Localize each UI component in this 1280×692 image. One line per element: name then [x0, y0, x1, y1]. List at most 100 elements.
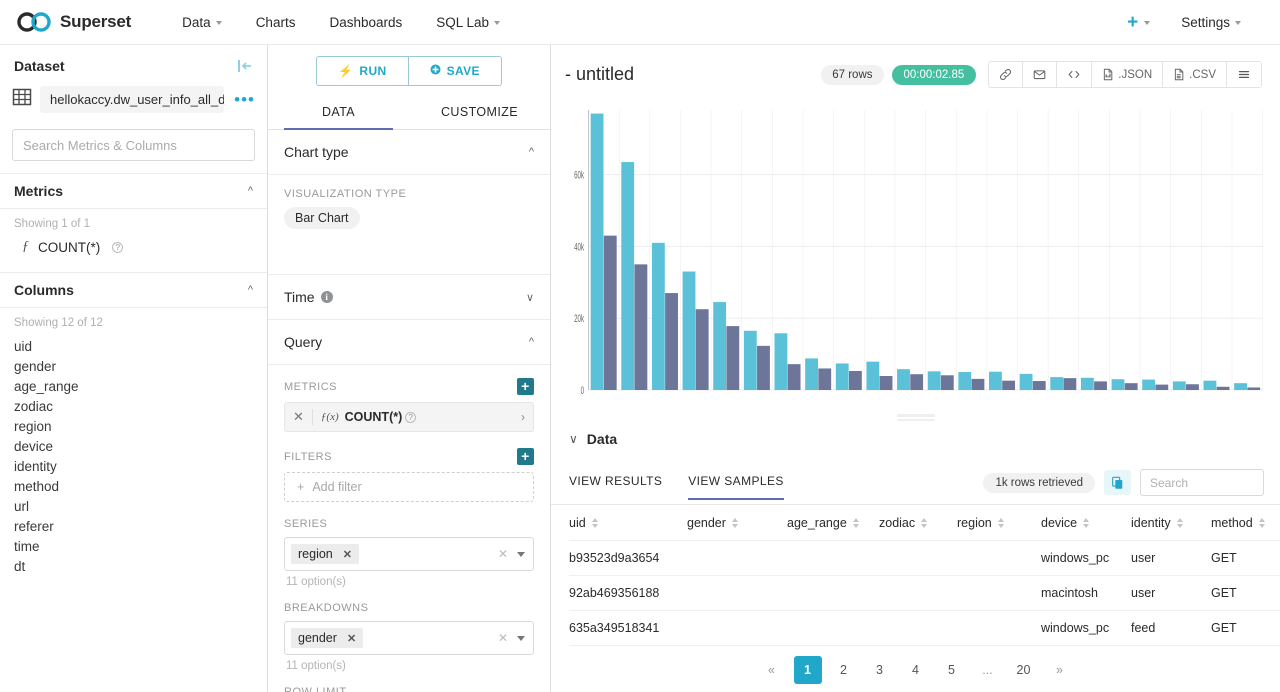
- nav-item-data[interactable]: Data: [165, 0, 239, 44]
- add-metric-button[interactable]: +: [517, 378, 534, 395]
- pagination-page-2[interactable]: 2: [830, 656, 858, 684]
- run-button[interactable]: ⚡ RUN: [316, 56, 408, 86]
- dataset-more-options-icon[interactable]: •••: [232, 91, 257, 108]
- sort-icon[interactable]: [921, 518, 928, 528]
- dataset-name[interactable]: hellokaccy.dw_user_info_all_d: [40, 86, 225, 113]
- remove-breakdown-icon[interactable]: ✕: [347, 632, 356, 645]
- sort-icon[interactable]: [1083, 518, 1090, 528]
- pagination-next[interactable]: »: [1046, 656, 1074, 684]
- column-header-gender[interactable]: gender: [687, 505, 787, 541]
- new-item-button[interactable]: +: [1119, 13, 1158, 32]
- column-item[interactable]: uid: [0, 336, 267, 356]
- json-file-icon[interactable]: .JSON: [1092, 62, 1164, 87]
- column-header-age-range[interactable]: age_range: [787, 505, 879, 541]
- clear-series-icon[interactable]: ✕: [498, 547, 508, 561]
- column-item[interactable]: age_range: [0, 376, 267, 396]
- column-item[interactable]: gender: [0, 356, 267, 376]
- time-section-title: Time: [284, 289, 315, 305]
- save-button[interactable]: SAVE: [407, 56, 502, 86]
- series-tag[interactable]: region ✕: [291, 544, 359, 564]
- help-icon[interactable]: ?: [112, 241, 124, 253]
- search-metrics-columns-input[interactable]: [12, 129, 255, 161]
- column-header-zodiac[interactable]: zodiac: [879, 505, 957, 541]
- column-header-region[interactable]: region: [957, 505, 1041, 541]
- metric-item-count[interactable]: ƒ COUNT(*) ?: [0, 236, 267, 258]
- csv-file-icon[interactable]: .CSV: [1163, 62, 1227, 87]
- nav-item-charts[interactable]: Charts: [239, 0, 313, 44]
- nav-item-dashboards[interactable]: Dashboards: [312, 0, 419, 44]
- tab-customize[interactable]: CUSTOMIZE: [409, 96, 550, 129]
- info-icon[interactable]: i: [320, 291, 333, 303]
- pagination-page-5[interactable]: 5: [938, 656, 966, 684]
- add-filter-button[interactable]: +: [517, 448, 534, 465]
- pagination-page-4[interactable]: 4: [902, 656, 930, 684]
- clear-breakdowns-icon[interactable]: ✕: [498, 631, 508, 645]
- bar-chart[interactable]: 0 20k 40k 60k: [551, 98, 1280, 408]
- column-item[interactable]: url: [0, 496, 267, 516]
- column-item[interactable]: time: [0, 536, 267, 556]
- column-header-uid[interactable]: uid: [569, 505, 687, 541]
- chevron-right-icon[interactable]: ›: [521, 410, 525, 424]
- remove-series-icon[interactable]: ✕: [343, 548, 352, 561]
- remove-metric-icon[interactable]: ✕: [293, 409, 313, 425]
- sort-icon[interactable]: [1258, 518, 1265, 528]
- email-icon[interactable]: [1023, 62, 1058, 87]
- column-header-identity[interactable]: identity: [1131, 505, 1211, 541]
- table-row[interactable]: 92ab469356188 macintosh user GET /articl…: [569, 575, 1280, 611]
- help-icon[interactable]: ?: [405, 411, 417, 423]
- time-section-header[interactable]: Time i ∨: [268, 274, 550, 320]
- pagination-prev[interactable]: «: [758, 656, 786, 684]
- chevron-down-icon[interactable]: [517, 635, 525, 641]
- page-title[interactable]: - untitled: [565, 64, 634, 85]
- sort-icon[interactable]: [731, 518, 738, 528]
- metrics-section-header[interactable]: Metrics ^: [0, 173, 267, 209]
- breakdowns-select[interactable]: gender ✕ ✕: [284, 621, 534, 655]
- chevron-down-icon[interactable]: [517, 551, 525, 557]
- table-row[interactable]: 635a349518341 windows_pc feed GET /feed: [569, 610, 1280, 646]
- column-item[interactable]: method: [0, 476, 267, 496]
- column-item[interactable]: identity: [0, 456, 267, 476]
- sort-icon[interactable]: [591, 518, 598, 528]
- chart-type-section-header[interactable]: Chart type ^: [268, 130, 550, 175]
- pagination-page-20[interactable]: 20: [1010, 656, 1038, 684]
- chevron-down-icon: [494, 21, 501, 25]
- panel-resize-handle[interactable]: [896, 414, 935, 421]
- column-item[interactable]: region: [0, 416, 267, 436]
- query-section-header[interactable]: Query ^: [268, 320, 550, 365]
- sort-icon[interactable]: [852, 518, 859, 528]
- pagination-page-3[interactable]: 3: [866, 656, 894, 684]
- chart-area: - untitled 67 rows 00:00:02.85 .JSON .CS…: [551, 45, 1280, 692]
- series-select[interactable]: region ✕ ✕: [284, 537, 534, 571]
- nav-item-settings[interactable]: Settings: [1164, 0, 1258, 44]
- hamburger-menu-icon[interactable]: [1227, 62, 1261, 87]
- column-item[interactable]: zodiac: [0, 396, 267, 416]
- breakdowns-tag[interactable]: gender ✕: [291, 628, 364, 648]
- table-search-input[interactable]: [1140, 469, 1264, 496]
- visualization-type-value[interactable]: Bar Chart: [284, 207, 360, 229]
- column-item[interactable]: dt: [0, 556, 267, 576]
- link-icon[interactable]: [989, 62, 1024, 87]
- add-filter-dropzone[interactable]: + Add filter: [284, 472, 534, 502]
- brand-logo-link[interactable]: Superset: [16, 12, 131, 32]
- nav-item-sql-lab[interactable]: SQL Lab: [419, 0, 517, 44]
- tab-view-samples[interactable]: VIEW SAMPLES: [688, 474, 784, 500]
- column-header-method[interactable]: method: [1211, 505, 1280, 541]
- dataset-selector[interactable]: hellokaccy.dw_user_info_all_d •••: [0, 84, 267, 123]
- tab-view-results[interactable]: VIEW RESULTS: [569, 474, 662, 499]
- column-item[interactable]: referer: [0, 516, 267, 536]
- data-section-header[interactable]: ∨ Data: [551, 421, 1280, 457]
- sort-icon[interactable]: [1176, 518, 1183, 528]
- series-tag-label: region: [298, 547, 333, 561]
- columns-section-header[interactable]: Columns ^: [0, 272, 267, 308]
- code-icon[interactable]: [1057, 62, 1093, 87]
- tab-data[interactable]: DATA: [268, 96, 409, 130]
- table-row[interactable]: b93523d9a3654 windows_pc user GET /artic…: [569, 540, 1280, 576]
- pagination-page-1[interactable]: 1: [793, 656, 822, 684]
- metric-chip-count[interactable]: ✕ ƒ(x) COUNT(*) ? ›: [284, 402, 534, 432]
- json-export-label: .JSON: [1118, 68, 1153, 81]
- collapse-left-icon[interactable]: [237, 59, 253, 73]
- copy-icon[interactable]: [1104, 470, 1131, 495]
- column-header-device[interactable]: device: [1041, 505, 1131, 541]
- column-item[interactable]: device: [0, 436, 267, 456]
- sort-icon[interactable]: [997, 518, 1004, 528]
